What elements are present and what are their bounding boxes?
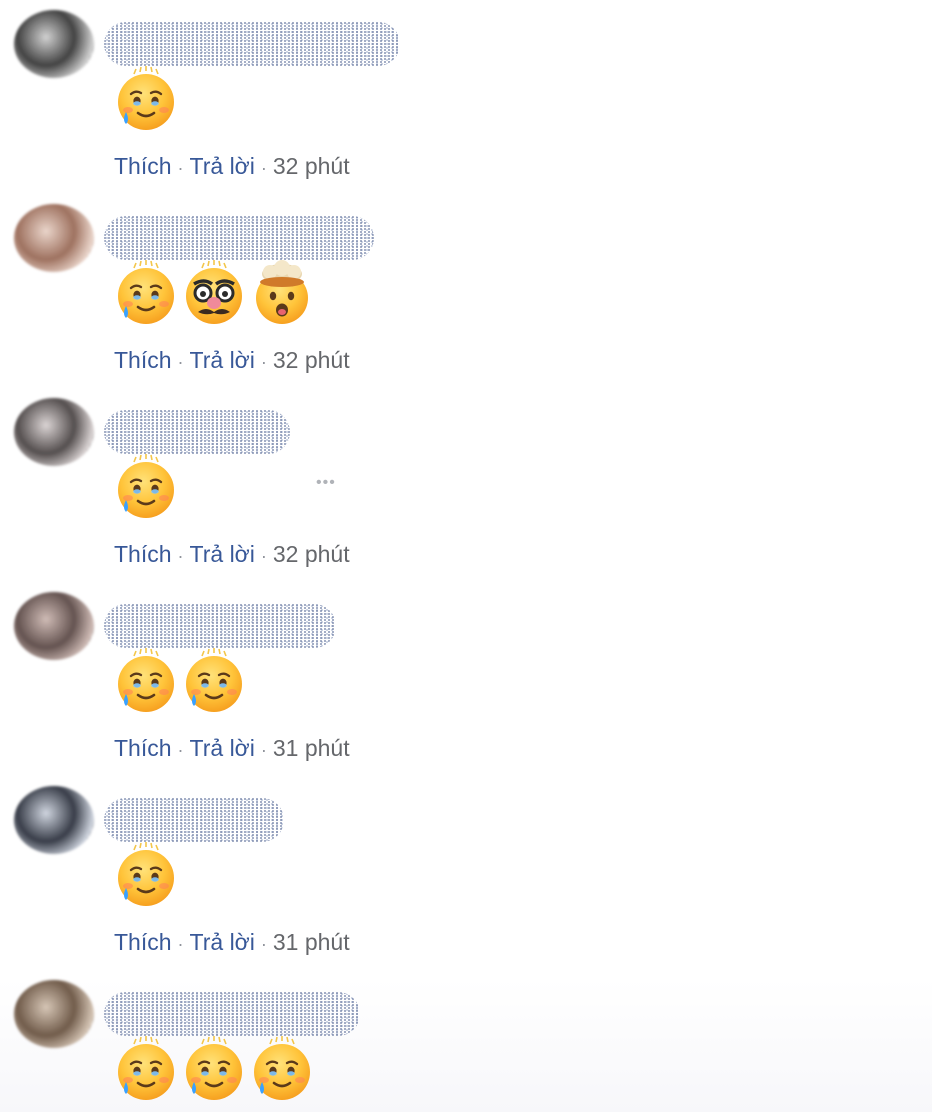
comment-actions: Thích · Trả lời · 32 phút <box>114 344 350 378</box>
comment-item: Thích · Trả lời · 31 phút <box>0 776 932 970</box>
commenter-name-redacted[interactable] <box>104 604 336 648</box>
reply-link[interactable]: Trả lời <box>190 541 255 567</box>
holding-back-tears-icon <box>250 1036 314 1102</box>
reply-link[interactable]: Trả lời <box>190 735 255 761</box>
comment-timestamp[interactable]: 32 phút <box>273 347 350 373</box>
avatar[interactable] <box>14 592 94 660</box>
holding-back-tears-icon <box>114 454 178 520</box>
comment-actions: Thích · Trả lời · 31 phút <box>114 926 350 960</box>
commenter-name-redacted[interactable] <box>104 410 290 454</box>
like-link[interactable]: Thích <box>114 929 172 955</box>
disguised-face-icon <box>182 260 246 326</box>
separator-dot: · <box>177 546 184 566</box>
commenter-name-redacted[interactable] <box>104 798 284 842</box>
comment-timestamp[interactable]: 32 phút <box>273 541 350 567</box>
reply-link[interactable]: Trả lời <box>190 929 255 955</box>
separator-dot: · <box>177 158 184 178</box>
holding-back-tears-icon <box>114 260 178 326</box>
separator-dot: · <box>260 352 267 372</box>
holding-back-tears-icon <box>182 1036 246 1102</box>
separator-dot: · <box>260 158 267 178</box>
reply-link[interactable]: Trả lời <box>190 153 255 179</box>
comment-actions: Thích · Trả lời · 31 phút <box>114 732 350 766</box>
comment-actions: Thích · Trả lời · 32 phút <box>114 150 350 184</box>
comment-body <box>114 454 178 520</box>
holding-back-tears-icon <box>114 1036 178 1102</box>
comment-timestamp[interactable]: 31 phút <box>273 735 350 761</box>
like-link[interactable]: Thích <box>114 541 172 567</box>
avatar[interactable] <box>14 786 94 854</box>
comment-body <box>114 260 314 326</box>
holding-back-tears-icon <box>114 842 178 908</box>
separator-dot: · <box>177 934 184 954</box>
comment-item <box>0 970 932 1112</box>
comment-timestamp[interactable]: 31 phút <box>273 929 350 955</box>
separator-dot: · <box>260 546 267 566</box>
commenter-name-redacted[interactable] <box>104 22 400 66</box>
comment-item: Thích · Trả lời · 32 phút <box>0 0 932 194</box>
like-link[interactable]: Thích <box>114 735 172 761</box>
comment-actions: Thích · Trả lời · 32 phút <box>114 538 350 572</box>
separator-dot: · <box>177 740 184 760</box>
avatar[interactable] <box>14 10 94 78</box>
avatar[interactable] <box>14 980 94 1048</box>
holding-back-tears-icon <box>114 648 178 714</box>
comment-item: Thích · Trả lời · 32 phút ••• <box>0 388 932 582</box>
holding-back-tears-icon <box>114 66 178 132</box>
comment-body <box>114 648 246 714</box>
like-link[interactable]: Thích <box>114 347 172 373</box>
exploding-head-icon <box>250 260 314 326</box>
more-options-icon[interactable]: ••• <box>316 474 336 492</box>
holding-back-tears-icon <box>182 648 246 714</box>
comment-body <box>114 842 178 908</box>
comment-body <box>114 66 178 132</box>
comment-item: Thích · Trả lời · 31 phút <box>0 582 932 776</box>
like-link[interactable]: Thích <box>114 153 172 179</box>
commenter-name-redacted[interactable] <box>104 216 374 260</box>
comment-item: Thích · Trả lời · 32 phút <box>0 194 932 388</box>
avatar[interactable] <box>14 204 94 272</box>
comment-thread: Thích · Trả lời · 32 phút Thích · Trả lờ… <box>0 0 932 1112</box>
separator-dot: · <box>260 934 267 954</box>
comment-timestamp[interactable]: 32 phút <box>273 153 350 179</box>
separator-dot: · <box>260 740 267 760</box>
avatar[interactable] <box>14 398 94 466</box>
comment-body <box>114 1036 314 1102</box>
reply-link[interactable]: Trả lời <box>190 347 255 373</box>
separator-dot: · <box>177 352 184 372</box>
commenter-name-redacted[interactable] <box>104 992 360 1036</box>
